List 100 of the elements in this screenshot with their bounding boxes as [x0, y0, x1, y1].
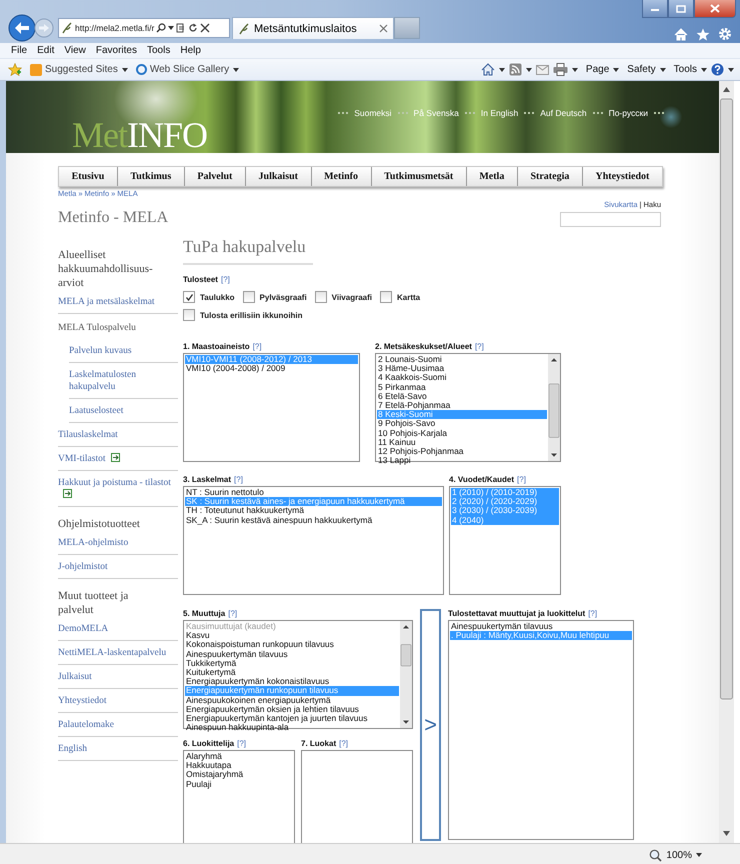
- sidebar-link[interactable]: Tilauslaskelmat: [58, 424, 178, 447]
- help-link[interactable]: [?]: [220, 275, 230, 285]
- help-link[interactable]: [?]: [339, 739, 348, 749]
- close-tab-icon[interactable]: [379, 24, 388, 33]
- command-menu[interactable]: Tools: [674, 64, 697, 75]
- help-link[interactable]: [?]: [517, 475, 526, 485]
- refresh-icon[interactable]: [188, 23, 198, 33]
- menu-item[interactable]: Edit: [32, 45, 60, 56]
- list-option[interactable]: Energiapuukertymän kantojen ja juurten tilavuus: [185, 714, 399, 724]
- caret-icon[interactable]: [701, 68, 707, 72]
- caret-icon[interactable]: [613, 68, 620, 72]
- list-option[interactable]: 7 Etelä-Pohjanmaa: [377, 400, 547, 410]
- help-link[interactable]: [?]: [252, 342, 262, 352]
- compatibility-icon[interactable]: [176, 23, 186, 33]
- list-box[interactable]: Ainespuukertymän tilavuus . Puulaji : Mänty,Kuusi,Koivu,Muu lehtipuu: [448, 620, 634, 840]
- checkbox[interactable]: [380, 291, 392, 303]
- menu-item[interactable]: View: [59, 45, 91, 56]
- help-link[interactable]: [?]: [237, 739, 246, 749]
- list-option[interactable]: Energiapuukertymän kokonaistilavuus: [185, 677, 399, 686]
- nav-tab[interactable]: Tutkimus: [116, 167, 184, 186]
- settings-icon[interactable]: [718, 27, 732, 41]
- nav-tab[interactable]: Strategia: [516, 167, 582, 186]
- caret-icon[interactable]: [660, 68, 666, 72]
- list-option[interactable]: 4 Kaakkois-Suomi: [377, 373, 547, 383]
- add-button[interactable]: >: [420, 609, 441, 841]
- help-link[interactable]: [?]: [234, 475, 243, 485]
- search-icon[interactable]: [156, 23, 166, 33]
- expand-icon[interactable]: [110, 453, 120, 462]
- caret-icon[interactable]: [696, 853, 702, 857]
- list-option[interactable]: Ainespuun hakkuupinta-ala: [185, 723, 399, 732]
- scrollbar[interactable]: [719, 81, 734, 843]
- scrollbar[interactable]: [400, 621, 412, 728]
- command-menu[interactable]: Page: [586, 64, 610, 75]
- caret-icon[interactable]: [122, 68, 128, 72]
- list-option[interactable]: 10 Pohjois-Karjala: [377, 428, 547, 438]
- sidebar-link[interactable]: Hakkuut ja poistuma - tilastot: [58, 472, 178, 507]
- zoom-icon[interactable]: [649, 848, 662, 862]
- checkbox-label[interactable]: Taulukko: [200, 292, 235, 302]
- menu-item[interactable]: Tools: [142, 45, 176, 56]
- back-button[interactable]: [8, 14, 36, 42]
- sidebar-link[interactable]: Laatuselosteet: [69, 400, 178, 423]
- checkbox-label[interactable]: Viivagraafi: [332, 292, 372, 302]
- list-option[interactable]: Ainespuukokoinen energiapuukertymä: [185, 696, 399, 705]
- nav-tab[interactable]: Metinfo: [310, 167, 371, 186]
- help-link[interactable]: [?]: [228, 609, 238, 619]
- maximize-icon[interactable]: [676, 4, 686, 12]
- home-icon[interactable]: [480, 63, 495, 76]
- list-option[interactable]: 9 Pohjois-Savo: [377, 419, 547, 428]
- list-option[interactable]: NT : Suurin nettotulo: [185, 488, 442, 498]
- list-option[interactable]: TH : Toteutunut hakkuukertymä: [185, 506, 442, 516]
- list-option[interactable]: Tukkikertymä: [185, 658, 399, 668]
- zoom-level[interactable]: 100%: [666, 850, 692, 860]
- sidebar-link[interactable]: Laskelmatulosten hakupalvelu: [69, 364, 178, 399]
- sidebar-link[interactable]: MELA-ohjelmisto: [58, 532, 178, 555]
- help-link[interactable]: [?]: [474, 342, 484, 352]
- caret-icon[interactable]: [233, 68, 240, 72]
- language-link[interactable]: In English: [480, 108, 518, 118]
- help-link[interactable]: [?]: [588, 609, 598, 619]
- list-option[interactable]: Hakkuutapa: [185, 761, 293, 770]
- command-menu[interactable]: Safety: [627, 64, 656, 75]
- caret-icon[interactable]: [168, 26, 174, 30]
- sidebar-link[interactable]: DemoMELA: [58, 618, 178, 641]
- checkbox-label[interactable]: Kartta: [397, 292, 420, 302]
- favorite-link[interactable]: Suggested Sites: [30, 64, 118, 76]
- sidebar-link[interactable]: English: [58, 738, 178, 761]
- list-option[interactable]: Puulaji: [185, 780, 293, 789]
- list-option[interactable]: VMI10 (2004-2008) / 2009: [185, 364, 358, 374]
- sidebar-link[interactable]: Palautelomake: [58, 714, 178, 737]
- list-option[interactable]: 6 Etelä-Savo: [377, 392, 547, 401]
- checkbox[interactable]: [183, 291, 195, 303]
- nav-tab[interactable]: Tutkimusmetsät: [370, 167, 466, 186]
- menu-item[interactable]: File: [6, 45, 32, 56]
- nav-tab[interactable]: Metla: [466, 167, 517, 186]
- list-option[interactable]: 12 Pohjois-Pohjanmaa: [377, 446, 547, 456]
- list-option[interactable]: Kuitukertymä: [185, 668, 399, 678]
- address-field[interactable]: http://mela2.metla.fi/r: [58, 18, 230, 38]
- sidebar-link[interactable]: MELA ja metsälaskelmat: [58, 291, 178, 314]
- sidebar-link[interactable]: J-ohjelmistot: [58, 556, 178, 579]
- checkbox[interactable]: [314, 291, 327, 303]
- list-option[interactable]: SK_A : Suurin kestävä ainespuun hakkuukertymä: [185, 516, 442, 525]
- list-option[interactable]: Alaryhmä: [185, 752, 293, 762]
- caret-icon[interactable]: [498, 68, 505, 72]
- close-button[interactable]: [694, 0, 736, 18]
- help-icon[interactable]: [711, 63, 724, 76]
- nav-tab[interactable]: Yhteystiedot: [582, 167, 662, 186]
- language-link[interactable]: Auf Deutsch: [540, 108, 587, 118]
- sidebar-link[interactable]: Julkaisut: [58, 666, 178, 689]
- checkbox-label[interactable]: Pylväsgraafi: [260, 292, 307, 302]
- nav-tab[interactable]: Palvelut: [184, 167, 245, 186]
- list-option[interactable]: 2 Lounais-Suomi: [377, 355, 547, 364]
- nav-tab[interactable]: Etusivu: [59, 167, 117, 186]
- sidebar-link[interactable]: VMI-tilastot: [58, 448, 178, 471]
- scrollbar[interactable]: [548, 354, 560, 461]
- sidebar-link[interactable]: Palvelun kuvaus: [69, 340, 178, 363]
- caret-icon[interactable]: [572, 68, 578, 72]
- list-box[interactable]: Alaryhmä Hakkuutapa Omistajaryhmä Puulaji: [183, 750, 295, 843]
- checkbox[interactable]: [183, 309, 195, 321]
- list-option[interactable]: 3 Häme-Uusimaa: [377, 364, 547, 374]
- list-option[interactable]: Energiapuukertymän oksien ja lehtien tilavuus: [185, 704, 399, 714]
- list-box[interactable]: VMI10-VMI11 (2008-2012) / 2013 VMI10 (2004-2008) / 2009: [183, 353, 360, 462]
